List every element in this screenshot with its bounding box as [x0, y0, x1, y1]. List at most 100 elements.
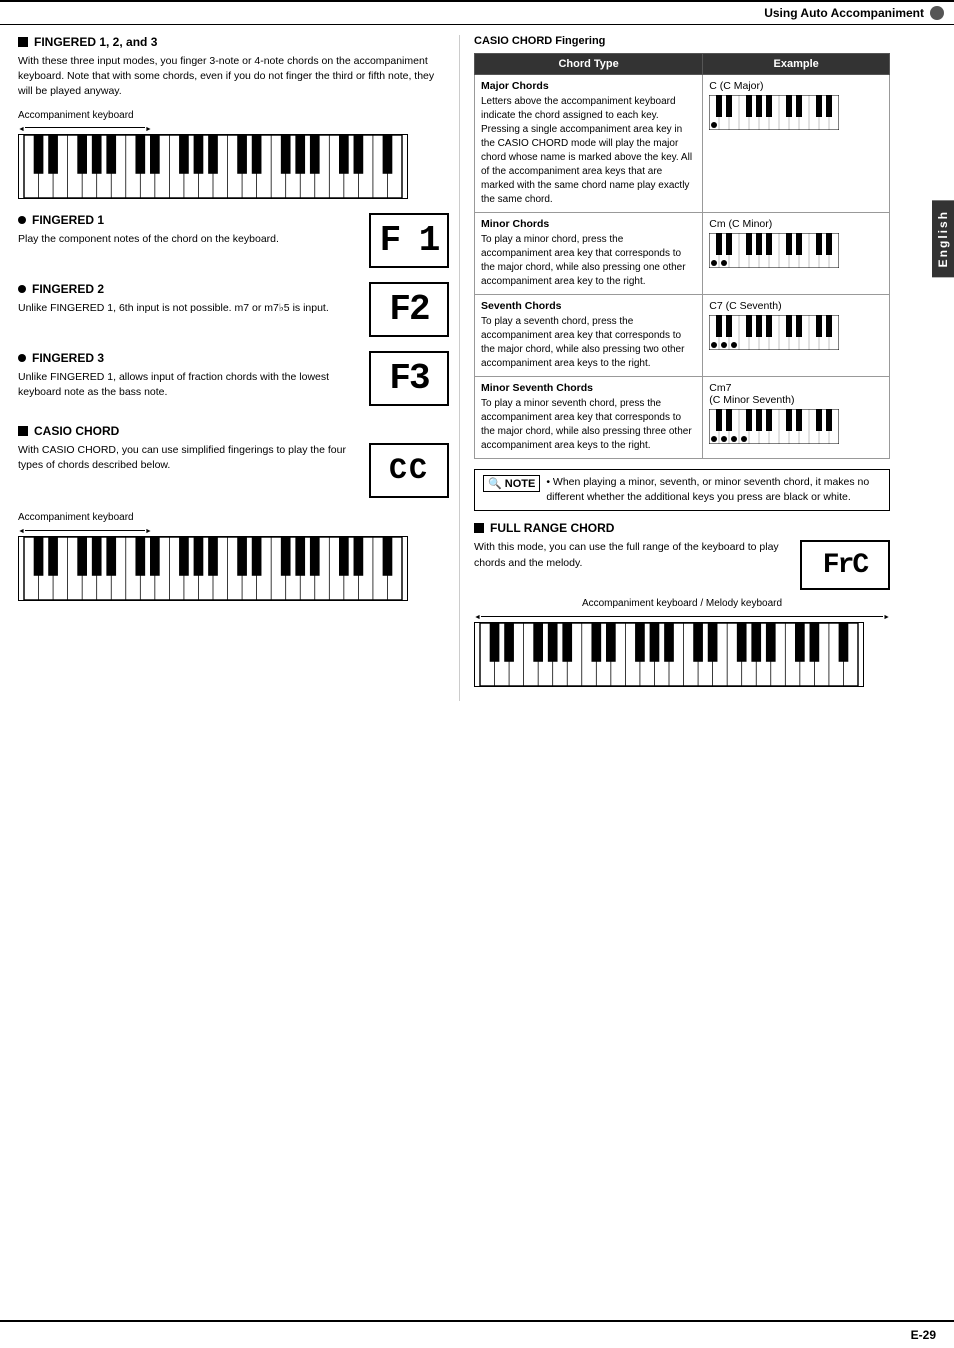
- minor-seventh-example-name: Cm7(C Minor Seventh): [709, 382, 883, 406]
- casio-chord-heading-text: CASIO CHORD: [34, 424, 119, 438]
- arrow-right: [145, 123, 152, 133]
- f2-display: F2: [369, 282, 449, 337]
- right-column: CASIO CHORD Fingering Chord Type Example…: [460, 35, 920, 701]
- note-icon: 🔍 NOTE: [483, 475, 540, 492]
- minor-example-name: Cm (C Minor): [709, 218, 883, 230]
- col-chord-type: Chord Type: [475, 54, 703, 75]
- square-bullet-cc: [18, 426, 28, 436]
- minor-seventh-mini-keyboard: [709, 409, 883, 447]
- arrow3-left: [474, 611, 481, 621]
- keyboard2-svg: [18, 536, 408, 601]
- frc-display: FrC: [800, 540, 890, 590]
- major-example-name: C (C Major): [709, 80, 883, 92]
- keyboard1-arrow: [18, 123, 449, 133]
- seventh-chords-name: Seventh Chords: [481, 300, 696, 312]
- left-column: FINGERED 1, 2, and 3 With these three in…: [0, 35, 460, 701]
- arrow2-line: [25, 530, 145, 531]
- col-example: Example: [703, 54, 890, 75]
- keyboard3-container: Accompaniment keyboard / Melody keyboard: [474, 598, 890, 687]
- fingered1-body: Play the component notes of the chord on…: [18, 232, 359, 247]
- fingered3-body: Unlike FINGERED 1, allows input of fract…: [18, 370, 359, 400]
- circle-bullet-f3: [18, 354, 26, 362]
- major-chords-desc: Letters above the accompaniment keyboard…: [481, 95, 696, 207]
- keyboard2-label: Accompaniment keyboard: [18, 512, 449, 523]
- main-content: FINGERED 1, 2, and 3 With these three in…: [0, 25, 954, 701]
- circle-bullet-f2: [18, 285, 26, 293]
- keyboard1-svg: [18, 134, 408, 199]
- chord-table: Chord Type Example Major Chords Letters …: [474, 53, 890, 459]
- arrow2-left: [18, 525, 25, 535]
- fingered2-body: Unlike FINGERED 1, 6th input is not poss…: [18, 301, 359, 316]
- fingered3-text: FINGERED 3 Unlike FINGERED 1, allows inp…: [18, 351, 359, 410]
- major-chords-cell: Major Chords Letters above the accompani…: [475, 75, 703, 213]
- note-box: 🔍 NOTE • When playing a minor, seventh, …: [474, 469, 890, 511]
- minor-seventh-keyboard-svg: [709, 409, 839, 444]
- full-range-content: With this mode, you can use the full ran…: [474, 540, 890, 590]
- note-bullet: •: [546, 476, 553, 488]
- fingered3-heading: FINGERED 3: [18, 351, 359, 365]
- frc-display-text: FrC: [823, 550, 867, 581]
- table-row: Major Chords Letters above the accompani…: [475, 75, 890, 213]
- page-header: Using Auto Accompaniment: [0, 0, 954, 25]
- footer-page-number: E-29: [911, 1328, 936, 1342]
- square-bullet-frc: [474, 523, 484, 533]
- keyboard3-arrow: [474, 611, 890, 621]
- circle-bullet-f1: [18, 216, 26, 224]
- casio-chord-subsection: With CASIO CHORD, you can use simplified…: [18, 443, 449, 498]
- minor-chords-cell: Minor Chords To play a minor chord, pres…: [475, 213, 703, 295]
- seventh-example-name: C7 (C Seventh): [709, 300, 883, 312]
- keyboard1-container: Accompaniment keyboard: [18, 110, 449, 199]
- table-row: Minor Seventh Chords To play a minor sev…: [475, 377, 890, 459]
- seventh-chords-cell: Seventh Chords To play a seventh chord, …: [475, 295, 703, 377]
- arrow3-line: [481, 616, 883, 617]
- arrow2-right: [145, 525, 152, 535]
- seventh-mini-keyboard: [709, 315, 883, 353]
- minor-seventh-chords-cell: Minor Seventh Chords To play a minor sev…: [475, 377, 703, 459]
- seventh-keyboard-svg: [709, 315, 839, 350]
- header-icon: [930, 6, 944, 20]
- side-tab: English: [932, 200, 954, 277]
- seventh-example-cell: C7 (C Seventh): [703, 295, 890, 377]
- full-range-heading-text: FULL RANGE CHORD: [490, 521, 614, 535]
- keyboard3-svg: [474, 622, 864, 687]
- minor-chords-name: Minor Chords: [481, 218, 696, 230]
- fingered-heading-text: FINGERED 1, 2, and 3: [34, 35, 157, 49]
- casio-chord-text: With CASIO CHORD, you can use simplified…: [18, 443, 359, 483]
- minor-keyboard-svg: [709, 233, 839, 268]
- f1-display-text: F 1: [380, 220, 439, 261]
- minor-seventh-example-cell: Cm7(C Minor Seventh): [703, 377, 890, 459]
- seventh-chords-desc: To play a seventh chord, press the accom…: [481, 315, 696, 371]
- note-content: When playing a minor, seventh, or minor …: [546, 476, 869, 503]
- minor-mini-keyboard: [709, 233, 883, 271]
- fingered-body: With these three input modes, you finger…: [18, 54, 449, 100]
- f1-display: F 1: [369, 213, 449, 268]
- major-example-cell: C (C Major): [703, 75, 890, 213]
- keyboard1-label: Accompaniment keyboard: [18, 110, 449, 121]
- casio-chord-body: With CASIO CHORD, you can use simplified…: [18, 443, 359, 473]
- fingered3-subsection: FINGERED 3 Unlike FINGERED 1, allows inp…: [18, 351, 449, 410]
- arrow-line: [25, 127, 145, 128]
- fingered2-subsection: FINGERED 2 Unlike FINGERED 1, 6th input …: [18, 282, 449, 337]
- keyboard2-container: Accompaniment keyboard: [18, 512, 449, 601]
- keyboard2-arrow: [18, 525, 449, 535]
- table-row: Seventh Chords To play a seventh chord, …: [475, 295, 890, 377]
- minor-seventh-chords-desc: To play a minor seventh chord, press the…: [481, 397, 696, 453]
- major-keyboard-svg: [709, 95, 839, 130]
- major-chords-name: Major Chords: [481, 80, 696, 92]
- fingered1-heading-text: FINGERED 1: [32, 213, 104, 227]
- minor-chords-desc: To play a minor chord, press the accompa…: [481, 233, 696, 289]
- keyboard3-label: Accompaniment keyboard / Melody keyboard: [474, 598, 890, 609]
- fingered-section-heading: FINGERED 1, 2, and 3: [18, 35, 449, 49]
- table-row: Minor Chords To play a minor chord, pres…: [475, 213, 890, 295]
- f2-display-text: F2: [389, 289, 428, 330]
- casio-chord-fingering-title: CASIO CHORD Fingering: [474, 35, 890, 47]
- cc-display-text: CC: [389, 454, 429, 488]
- full-range-body: With this mode, you can use the full ran…: [474, 540, 780, 570]
- casio-chord-heading: CASIO CHORD: [18, 424, 449, 438]
- major-mini-keyboard: [709, 95, 883, 133]
- arrow3-right: [883, 611, 890, 621]
- fingered3-heading-text: FINGERED 3: [32, 351, 104, 365]
- fingered1-subsection: FINGERED 1 Play the component notes of t…: [18, 213, 449, 268]
- header-title: Using Auto Accompaniment: [764, 6, 924, 20]
- fingered2-text: FINGERED 2 Unlike FINGERED 1, 6th input …: [18, 282, 359, 326]
